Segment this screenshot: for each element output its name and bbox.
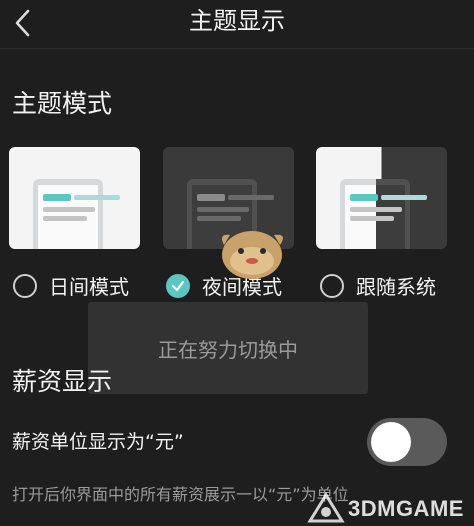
radio-circle[interactable] xyxy=(13,274,37,298)
radio-label: 跟随系统 xyxy=(356,275,436,299)
mascot-illustration xyxy=(222,231,283,279)
radio-label: 日间模式 xyxy=(49,275,129,299)
phone-illustration xyxy=(340,179,427,249)
system-mode-preview-card[interactable] xyxy=(316,147,447,249)
radio-circle[interactable] xyxy=(166,274,190,298)
salary-unit-setting-label: 薪资单位显示为“元” xyxy=(12,431,184,453)
switching-toast: 正在努力切换中 xyxy=(88,302,368,394)
checkmark-icon xyxy=(171,280,185,292)
radio-circle[interactable] xyxy=(320,274,344,298)
toast-text: 正在努力切换中 xyxy=(158,338,298,362)
salary-unit-description: 打开后你界面中的所有薪资展示一以“元”为单位 xyxy=(12,485,349,504)
theme-mode-heading: 主题模式 xyxy=(12,89,113,118)
top-bar: 主题显示 xyxy=(0,0,474,49)
3dm-logo-icon xyxy=(307,492,345,523)
page-title: 主题显示 xyxy=(189,7,285,35)
salary-unit-toggle[interactable] xyxy=(367,418,447,466)
watermark-logo: 3DMGAME xyxy=(300,490,474,526)
toggle-knob[interactable] xyxy=(371,422,411,462)
salary-display-heading: 薪资显示 xyxy=(12,367,113,396)
day-mode-preview-card[interactable] xyxy=(9,147,140,249)
phone-illustration xyxy=(33,179,120,249)
watermark-text: 3DMGAME xyxy=(348,496,464,521)
